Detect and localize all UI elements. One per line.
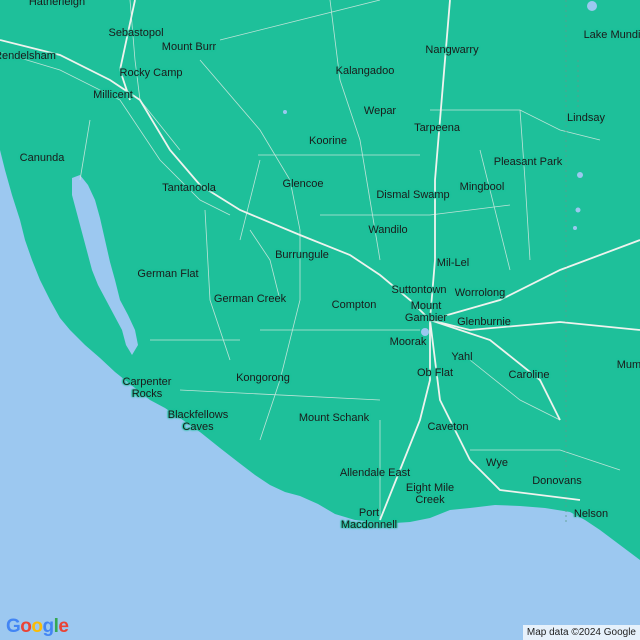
logo-letter: g [42, 616, 55, 637]
place-mount-schank[interactable]: Mount Schank [299, 412, 369, 424]
place-wandilo[interactable]: Wandilo [368, 224, 407, 236]
place-mum[interactable]: Mum [617, 359, 640, 371]
place-moorak[interactable]: Moorak [390, 336, 427, 348]
place-dismal-swamp[interactable]: Dismal Swamp [376, 189, 449, 201]
logo-letter: e [58, 616, 69, 637]
place-wepar[interactable]: Wepar [364, 105, 396, 117]
place-ob-flat[interactable]: Ob Flat [417, 367, 453, 379]
lake-dot [577, 172, 583, 178]
place-german-flat[interactable]: German Flat [137, 268, 198, 280]
place-compton[interactable]: Compton [332, 299, 377, 311]
place-suttontown[interactable]: Suttontown [391, 284, 446, 296]
place-lake-mundi[interactable]: Lake Mundi [584, 29, 640, 41]
place-wye[interactable]: Wye [486, 457, 508, 469]
place-yahl[interactable]: Yahl [451, 351, 472, 363]
place-allendale-east[interactable]: Allendale East [340, 467, 410, 479]
map-canvas[interactable]: Hatherleigh Sebastopol Mount Burr Rendel… [0, 0, 640, 640]
logo-letter: G [6, 616, 21, 637]
place-nangwarry[interactable]: Nangwarry [425, 44, 478, 56]
logo-letter: o [31, 616, 43, 637]
place-millicent[interactable]: Millicent [93, 89, 133, 101]
place-pleasant-park[interactable]: Pleasant Park [494, 156, 562, 168]
place-hatherleigh[interactable]: Hatherleigh [29, 0, 85, 8]
place-burrungule[interactable]: Burrungule [275, 249, 329, 261]
place-sebastopol[interactable]: Sebastopol [108, 27, 163, 39]
lake-dot [573, 226, 577, 230]
place-glencoe[interactable]: Glencoe [283, 178, 324, 190]
place-mount-gambier[interactable]: Mount Gambier [405, 300, 447, 324]
place-german-creek[interactable]: German Creek [214, 293, 286, 305]
place-port-macdonnell[interactable]: Port Macdonnell [341, 507, 397, 531]
lake-dot [575, 207, 581, 213]
place-blackfellows-caves[interactable]: Blackfellows Caves [168, 409, 229, 433]
place-rocky-camp[interactable]: Rocky Camp [120, 67, 183, 79]
place-caroline[interactable]: Caroline [509, 369, 550, 381]
place-lindsay[interactable]: Lindsay [567, 112, 605, 124]
place-mingbool[interactable]: Mingbool [460, 181, 505, 193]
place-carpenter-rocks[interactable]: Carpenter Rocks [123, 376, 172, 400]
place-kongorong[interactable]: Kongorong [236, 372, 290, 384]
place-nelson[interactable]: Nelson [574, 508, 608, 520]
place-canunda[interactable]: Canunda [20, 152, 65, 164]
place-kalangadoo[interactable]: Kalangadoo [336, 65, 395, 77]
place-rendelsham[interactable]: Rendelsham [0, 50, 56, 62]
lake-dot [421, 328, 429, 336]
place-donovans[interactable]: Donovans [532, 475, 582, 487]
place-eight-mile-creek[interactable]: Eight Mile Creek [406, 482, 454, 506]
google-logo: Google [6, 616, 69, 638]
place-tarpeena[interactable]: Tarpeena [414, 122, 460, 134]
lake-dot [587, 1, 597, 11]
lake-dot [283, 110, 287, 114]
place-koorine[interactable]: Koorine [309, 135, 347, 147]
place-caveton[interactable]: Caveton [428, 421, 469, 433]
place-mil-lel[interactable]: Mil-Lel [437, 257, 469, 269]
place-tantanoola[interactable]: Tantanoola [162, 182, 216, 194]
logo-letter: o [20, 616, 32, 637]
map-attribution[interactable]: Map data ©2024 Google [522, 625, 640, 640]
place-mount-burr[interactable]: Mount Burr [162, 41, 216, 53]
place-worrolong[interactable]: Worrolong [455, 287, 506, 299]
place-glenburnie[interactable]: Glenburnie [457, 316, 511, 328]
